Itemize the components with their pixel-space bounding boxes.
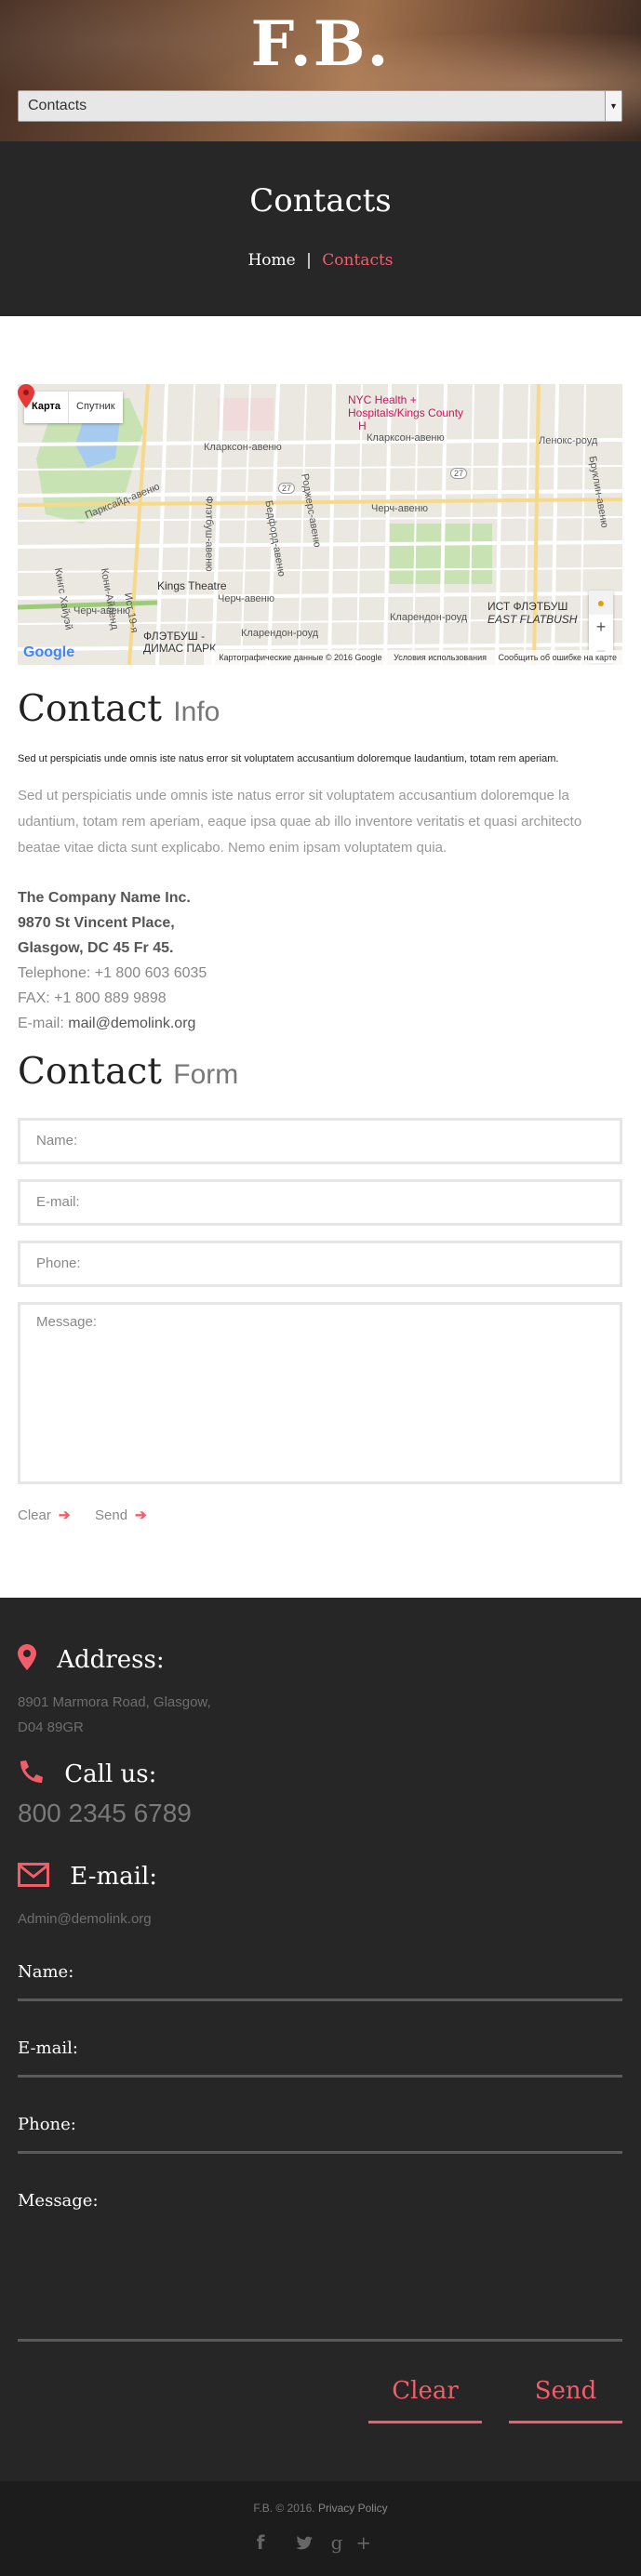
company-name: The Company Name Inc.	[18, 890, 191, 906]
address-line-1: 8901 Marmora Road, Glasgow,	[18, 1694, 211, 1710]
map-label-kings-theatre: Kings Theatre	[157, 579, 227, 592]
page-title: Contacts	[249, 182, 392, 219]
map-type-satellite-button[interactable]: Спутник	[69, 392, 122, 423]
footer-message-input[interactable]	[18, 2339, 622, 2342]
contact-info-heading-main: Contact	[18, 688, 162, 730]
copyright-text: F.B. © 2016.	[253, 2502, 315, 2515]
map-terms-link[interactable]: Условия использования	[394, 653, 487, 662]
arrow-right-icon: ➔	[58, 1507, 71, 1523]
map-label-east-flatbush-ru: ИСТ ФЛЭТБУШ	[487, 600, 568, 613]
company-city: Glasgow, DC 45 Fr 45.	[18, 940, 174, 956]
map-label-church-3: Черч-авеню	[218, 593, 274, 604]
footer-email-input[interactable]	[18, 2075, 622, 2078]
nav-select[interactable]: Contacts ▼	[18, 90, 622, 122]
map-pin-icon[interactable]	[18, 384, 34, 408]
social-links: f g+	[0, 2531, 641, 2555]
contact-info-heading-light: Info	[173, 697, 220, 727]
map-label-east-flatbush: EAST FLATBUSH	[487, 613, 578, 626]
brand-logo[interactable]: F.B.	[0, 7, 641, 80]
email-heading: E-mail:	[18, 1863, 157, 1891]
contact-form-heading-light: Form	[173, 1059, 239, 1090]
copyright: F.B. © 2016. Privacy Policy	[0, 2502, 641, 2515]
map-label-hospitals: Hospitals/Kings County	[348, 406, 464, 419]
map-label-flatbush: Флэтбуш-авеню	[203, 496, 215, 572]
clear-button-label: Clear	[18, 1507, 51, 1523]
route-shield-27: 27	[278, 483, 296, 494]
hero-header: F.B. Contacts ▼	[0, 0, 641, 141]
map-data-credit: Картографические данные © 2016 Google	[219, 653, 382, 662]
contact-form-heading: Contact Form	[18, 1051, 238, 1093]
company-street: 9870 St Vincent Place,	[18, 915, 175, 931]
google-map[interactable]: NYC Health + Hospitals/Kings County H Кл…	[18, 384, 622, 665]
map-label-clarkson-2: Кларксон-авеню	[367, 432, 445, 444]
arrow-right-icon: ➔	[135, 1507, 147, 1523]
footer-name-label: Name:	[18, 1962, 74, 1982]
company-email-row: E-mail: mail@demolink.org	[18, 1011, 207, 1036]
map-label-flatbush-ditmas: ФЛЭТБУШ -	[143, 630, 206, 643]
phone-field[interactable]: Phone:	[18, 1241, 622, 1287]
map-label-h: H	[358, 419, 367, 432]
message-field[interactable]: Message:	[18, 1302, 622, 1484]
bottom-bar: F.B. © 2016. Privacy Policy f g+	[0, 2481, 641, 2576]
footer-email-label: E-mail:	[18, 2038, 78, 2058]
send-button[interactable]: Send ➔	[95, 1507, 147, 1523]
email-title: E-mail:	[70, 1863, 158, 1891]
address-title: Address:	[57, 1646, 165, 1674]
footer-clear-button[interactable]: Clear	[368, 2377, 482, 2423]
map-label-nyc-health: NYC Health +	[348, 393, 417, 406]
facebook-icon[interactable]: f	[257, 2531, 278, 2554]
company-email-link[interactable]: mail@demolink.org	[68, 1016, 195, 1031]
contact-info-lead: Sed ut perspiciatis unde omnis iste natu…	[18, 753, 559, 764]
footer-email[interactable]: Admin@demolink.org	[18, 1906, 152, 1932]
map-marker-icon	[18, 1644, 44, 1674]
address-text: 8901 Marmora Road, Glasgow, D04 89GR	[18, 1690, 211, 1740]
map-report-link[interactable]: Сообщить об ошибке на карте	[499, 653, 617, 662]
privacy-policy-link[interactable]: Privacy Policy	[318, 2502, 388, 2515]
map-label-clarendon-2: Кларендон-роуд	[390, 612, 468, 623]
company-address: The Company Name Inc. 9870 St Vincent Pl…	[18, 885, 207, 1036]
zoom-in-button[interactable]: +	[589, 615, 613, 639]
send-button-label: Send	[95, 1507, 128, 1523]
map-label-church-2: Черч-авеню	[73, 605, 130, 617]
map-footer: Картографические данные © 2016 Google Ус…	[204, 650, 622, 665]
company-email-label: E-mail:	[18, 1016, 69, 1031]
map-label-church: Черч-авеню	[371, 503, 428, 514]
envelope-icon	[18, 1863, 57, 1891]
call-title: Call us:	[64, 1760, 157, 1788]
email-field[interactable]: E-mail:	[18, 1179, 622, 1226]
contact-info-paragraph: Sed ut perspiciatis unde omnis iste natu…	[18, 788, 582, 856]
footer-phone-input[interactable]	[18, 2151, 622, 2154]
map-label-clarkson: Кларксон-авеню	[204, 442, 282, 453]
google-logo[interactable]: Google	[23, 644, 74, 661]
chevron-down-icon[interactable]: ▼	[605, 91, 621, 121]
map-label-clarendon: Кларендон-роуд	[241, 628, 319, 639]
clear-button[interactable]: Clear ➔	[18, 1507, 70, 1523]
footer-send-button[interactable]: Send	[509, 2377, 622, 2423]
breadcrumb: Home | Contacts	[0, 251, 641, 270]
call-heading: Call us:	[18, 1759, 156, 1788]
map-label-lenox: Ленокс-роуд	[539, 435, 598, 446]
address-heading: Address:	[18, 1644, 165, 1674]
footer-phone[interactable]: 800 2345 6789	[18, 1799, 192, 1828]
contact-info-heading: Contact Info	[18, 688, 220, 730]
company-telephone: Telephone: +1 800 603 6035	[18, 965, 207, 981]
breadcrumb-current: Contacts	[322, 251, 394, 270]
footer-name-input[interactable]	[18, 1998, 622, 2001]
footer-phone-label: Phone:	[18, 2115, 76, 2134]
twitter-icon[interactable]	[278, 2533, 331, 2554]
breadcrumb-home[interactable]: Home	[247, 251, 295, 270]
company-fax: FAX: +1 800 889 9898	[18, 990, 167, 1006]
google-plus-icon[interactable]: g+	[331, 2531, 385, 2554]
route-shield-27b: 27	[450, 468, 468, 479]
footer-message-label: Message:	[18, 2191, 99, 2211]
breadcrumb-separator: |	[306, 251, 312, 270]
pegman-icon[interactable]: ●	[589, 591, 613, 615]
contact-form-heading-main: Contact	[18, 1051, 162, 1093]
page-title-band: Contacts Home | Contacts	[0, 141, 641, 316]
phone-icon	[18, 1760, 51, 1788]
nav-select-value: Contacts	[28, 98, 87, 113]
name-field[interactable]: Name:	[18, 1118, 622, 1164]
address-line-2: D04 89GR	[18, 1720, 84, 1735]
map-type-control: Карта Спутник	[24, 392, 123, 423]
